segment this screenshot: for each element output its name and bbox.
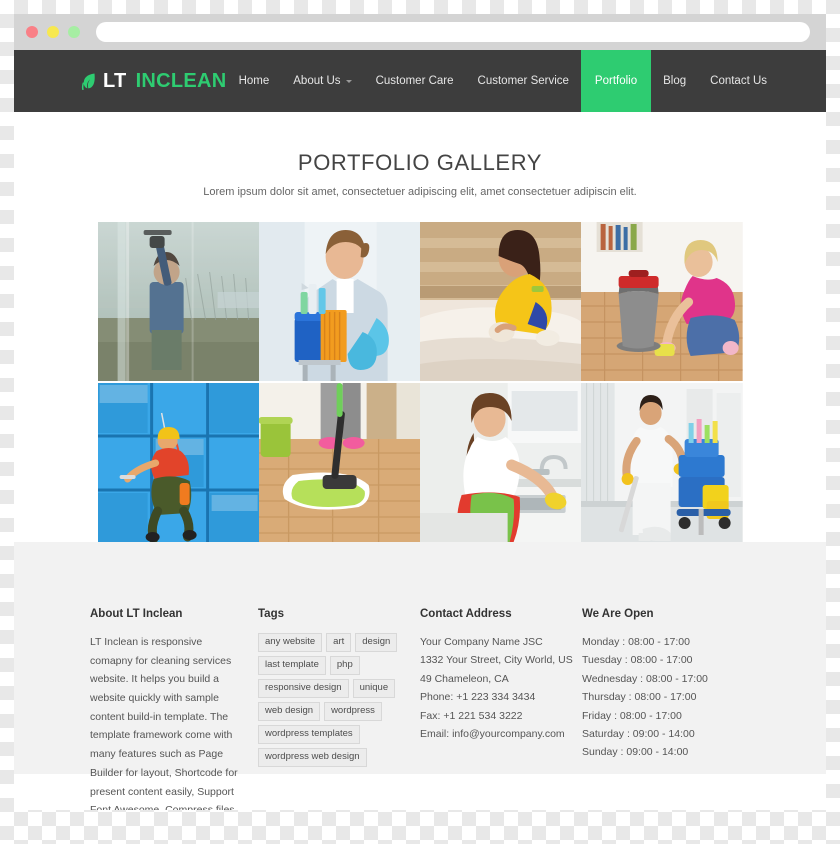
page-heading: PORTFOLIO GALLERY Lorem ipsum dolor sit … — [14, 112, 826, 198]
nav-item-blog[interactable]: Blog — [651, 50, 698, 112]
hours-tuesday: Tuesday : 08:00 - 17:00 — [582, 654, 693, 667]
hours-monday: Monday : 08:00 - 17:00 — [582, 636, 690, 648]
nav-label: Contact Us — [710, 75, 768, 87]
contact-company: Your Company Name JSC — [420, 636, 543, 648]
footer-hours-title: We Are Open — [582, 608, 654, 620]
footer-columns: About LT Inclean LT Inclean is responsiv… — [90, 608, 750, 810]
footer-column-hours: We Are Open Monday : 08:00 - 17:00 Tuesd… — [582, 608, 750, 810]
nav-item-portfolio[interactable]: Portfolio — [580, 50, 652, 112]
footer-about-title: About LT Inclean — [90, 608, 183, 620]
footer-tags-title: Tags — [258, 608, 284, 620]
main-navigation: Home About Us Customer Care Customer Ser… — [227, 50, 826, 112]
browser-window: LT INCLEAN Home About Us Customer Care C… — [14, 14, 826, 810]
chevron-down-icon — [345, 79, 352, 83]
portfolio-gallery — [97, 222, 743, 542]
nav-label: Home — [238, 75, 270, 87]
leaf-icon — [81, 72, 97, 90]
maximize-window-button[interactable] — [68, 26, 80, 38]
contact-phone: Phone: +1 223 334 3434 — [420, 691, 536, 704]
site-logo[interactable]: LT INCLEAN — [14, 50, 227, 112]
contact-fax: Fax: +1 221 534 3222 — [420, 709, 523, 722]
tag-item[interactable]: wordpress — [324, 701, 382, 721]
tag-item[interactable]: php — [329, 655, 360, 675]
contact-street: 1332 Your Street, City World, US — [420, 654, 573, 667]
hours-sunday: Sunday : 09:00 - 14:00 — [582, 746, 689, 759]
footer-contact-title: Contact Address — [420, 608, 512, 620]
tag-item[interactable]: wordpress web design — [258, 747, 367, 767]
logo-text-secondary: INCLEAN — [135, 69, 227, 92]
nav-item-customer-service[interactable]: Customer Service — [466, 50, 581, 112]
nav-label: Customer Care — [375, 75, 454, 87]
hours-thursday: Thursday : 08:00 - 17:00 — [582, 691, 697, 704]
logo-text-primary: LT — [103, 69, 127, 92]
nav-item-home[interactable]: Home — [227, 50, 282, 112]
close-window-button[interactable] — [26, 26, 38, 38]
tag-item[interactable]: web design — [258, 701, 321, 721]
footer-column-about: About LT Inclean LT Inclean is responsiv… — [90, 608, 258, 810]
address-bar[interactable] — [96, 22, 810, 42]
hours-friday: Friday : 08:00 - 17:00 — [582, 709, 682, 722]
nav-label: Blog — [663, 75, 687, 87]
gallery-item-mopping-wood-floor[interactable] — [258, 383, 420, 542]
footer-column-contact: Contact Address Your Company Name JSC 13… — [420, 608, 582, 810]
hours-wednesday: Wednesday : 08:00 - 17:00 — [582, 672, 708, 685]
page-title: PORTFOLIO GALLERY — [297, 150, 543, 175]
tag-item[interactable]: art — [326, 633, 352, 652]
tag-item[interactable]: responsive design — [258, 678, 349, 698]
nav-label: Customer Service — [477, 75, 569, 87]
nav-item-about-us[interactable]: About Us — [281, 50, 363, 112]
window-controls — [26, 26, 80, 38]
gallery-item-kitchen-counter-cleaning[interactable] — [420, 383, 582, 542]
gallery-item-janitor-with-cart[interactable] — [581, 383, 743, 542]
contact-email[interactable]: Email: info@yourcompany.com — [420, 725, 582, 743]
gallery-item-bathtub-cleaning[interactable] — [420, 222, 582, 381]
site-header: LT INCLEAN Home About Us Customer Care C… — [14, 50, 826, 112]
gallery-item-maid-with-cleaning-bucket[interactable] — [258, 222, 420, 381]
page-body: PORTFOLIO GALLERY Lorem ipsum dolor sit … — [14, 112, 826, 810]
footer-about-text: LT Inclean is responsive comapny for cle… — [90, 636, 238, 810]
minimize-window-button[interactable] — [47, 26, 59, 38]
tag-item[interactable]: wordpress templates — [258, 724, 360, 744]
gallery-item-floor-scrubbing-kneeling[interactable] — [581, 222, 743, 381]
tag-item[interactable]: unique — [352, 678, 396, 698]
page-subtitle: Lorem ipsum dolor sit amet, consectetuer… — [203, 186, 637, 198]
nav-label: Portfolio — [594, 75, 638, 87]
tag-item[interactable]: last template — [258, 655, 326, 675]
contact-locality: 49 Chameleon, CA — [420, 672, 509, 685]
tag-cloud: any website art design last template php… — [258, 633, 420, 767]
nav-label: About Us — [293, 75, 341, 87]
footer-column-tags: Tags any website art design last templat… — [258, 608, 420, 810]
site-footer: About LT Inclean LT Inclean is responsiv… — [14, 542, 826, 810]
tag-item[interactable]: any website — [258, 633, 323, 652]
nav-item-customer-care[interactable]: Customer Care — [364, 50, 466, 112]
tag-item[interactable]: design — [355, 633, 398, 652]
gallery-item-window-cleaner-exterior[interactable] — [97, 222, 259, 381]
browser-chrome — [14, 14, 826, 50]
gallery-item-high-rise-window-abseil[interactable] — [97, 383, 259, 542]
hours-saturday: Saturday : 09:00 - 14:00 — [582, 727, 695, 740]
nav-item-contact-us[interactable]: Contact Us — [698, 50, 779, 112]
